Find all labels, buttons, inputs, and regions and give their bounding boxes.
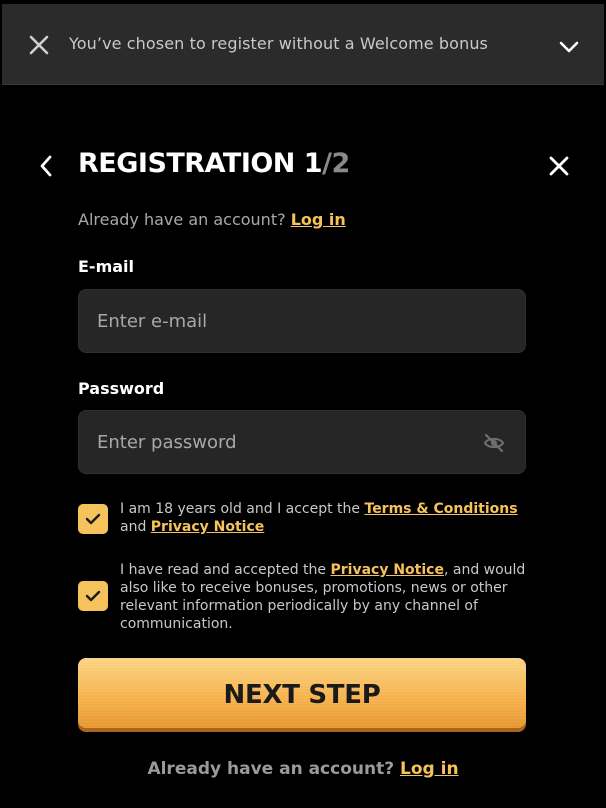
terms-checkbox[interactable] [78,504,108,534]
footer-login-link[interactable]: Log in [400,759,459,779]
title-main: REGISTRATION 1 [78,148,323,179]
terms-consent-text: I am 18 years old and I accept the Terms… [120,500,530,536]
password-field[interactable] [79,411,525,473]
terms-consent-row: I am 18 years old and I accept the Terms… [78,500,526,540]
login-prompt-text: Already have an account? [78,210,286,229]
privacy-notice-link[interactable]: Privacy Notice [151,519,264,535]
next-step-label: NEXT STEP [223,680,381,710]
footer-login-text: Already have an account? [147,759,395,779]
privacy-notice-link[interactable]: Privacy Notice [331,562,444,578]
close-icon[interactable] [548,155,570,177]
banner-text: You’ve chosen to register without a Welc… [69,34,488,53]
marketing-consent-text: I have read and accepted the Privacy Not… [120,561,530,633]
password-field-wrapper [78,410,526,474]
login-link[interactable]: Log in [291,210,346,229]
marketing-checkbox[interactable] [78,581,108,611]
marketing-consent-row: I have read and accepted the Privacy Not… [78,561,526,635]
chevron-left-icon[interactable] [38,154,54,178]
check-icon [85,590,101,602]
email-field-wrapper [78,289,526,353]
consent-text: and [120,519,151,535]
consent-text: I have read and accepted the [120,562,331,578]
close-icon[interactable] [29,35,49,55]
footer-login-prompt: Already have an account? Log in [0,759,606,779]
title-step-total: /2 [322,148,350,179]
page-title: REGISTRATION 1/2 [78,148,350,179]
terms-link[interactable]: Terms & Conditions [365,501,518,517]
consent-text: I am 18 years old and I accept the [120,501,365,517]
email-field[interactable] [79,290,525,352]
next-step-button[interactable]: NEXT STEP [78,658,526,732]
check-icon [85,513,101,525]
password-label: Password [78,379,165,398]
chevron-down-icon[interactable] [559,41,579,53]
login-prompt: Already have an account? Log in [78,210,346,229]
email-label: E-mail [78,257,135,276]
no-bonus-banner[interactable]: You’ve chosen to register without a Welc… [2,4,604,85]
eye-off-icon[interactable] [483,433,505,453]
